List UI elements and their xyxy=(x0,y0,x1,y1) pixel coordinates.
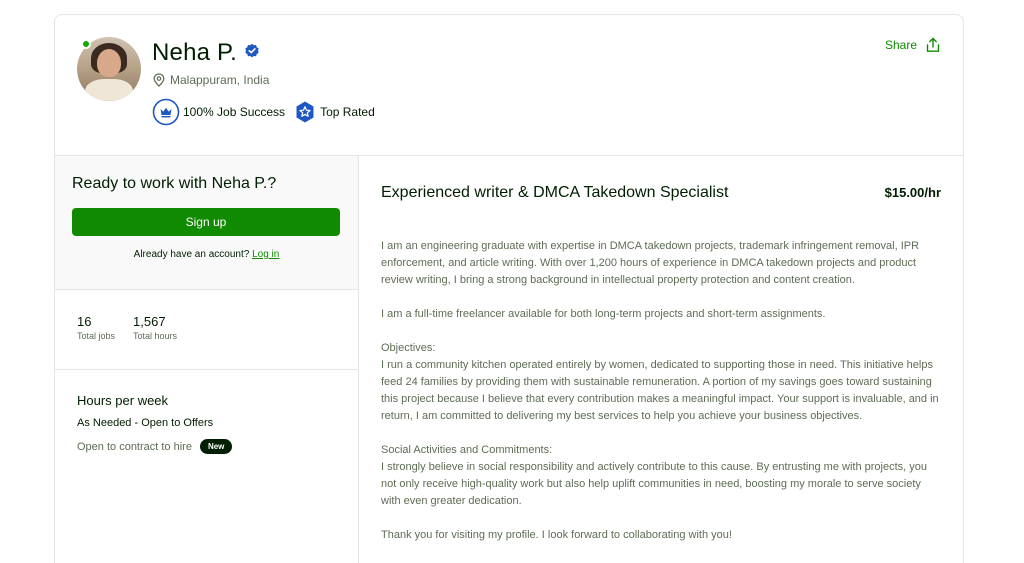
job-success-label: 100% Job Success xyxy=(183,105,286,119)
stat-total-hours: 1,567 Total hours xyxy=(133,314,177,369)
description-paragraph: I am an engineering graduate with expert… xyxy=(381,240,920,286)
location-text: Malappuram, India xyxy=(170,73,270,87)
stat-total-jobs: 16 Total jobs xyxy=(77,314,115,369)
signup-panel: Ready to work with Neha P.? Sign up Alre… xyxy=(55,156,358,290)
share-icon xyxy=(926,37,940,52)
avatar[interactable] xyxy=(77,37,141,101)
already-account-label: Already have an account? xyxy=(133,249,250,260)
hours-section: Hours per week As Needed - Open to Offer… xyxy=(55,370,358,454)
profile-header: Neha P. Malappuram, India 100% Job Succe… xyxy=(55,15,963,156)
signup-button[interactable]: Sign up xyxy=(72,208,340,236)
stat-label: Total jobs xyxy=(77,331,116,341)
hours-value: As Needed - Open to Offers xyxy=(77,417,214,429)
ready-heading: Ready to work with Neha P.? xyxy=(72,175,277,192)
location: Malappuram, India xyxy=(153,73,269,87)
share-label: Share xyxy=(884,38,917,52)
location-pin-icon xyxy=(153,73,165,87)
title-row: Experienced writer & DMCA Takedown Speci… xyxy=(381,184,941,202)
description-paragraph: I strongly believe in social responsibil… xyxy=(381,461,927,507)
verified-icon xyxy=(245,43,259,58)
share-button[interactable]: Share xyxy=(885,37,941,53)
contract-to-hire: Open to contract to hire New xyxy=(77,439,336,454)
online-status-icon xyxy=(81,39,91,49)
sidebar: Ready to work with Neha P.? Sign up Alre… xyxy=(55,156,359,563)
already-account-text: Already have an account? Log in xyxy=(72,249,341,260)
hours-heading: Hours per week xyxy=(77,393,169,408)
top-rated-badge[interactable]: Top Rated xyxy=(293,100,375,124)
stat-value: 1,567 xyxy=(133,314,166,329)
objectives-heading: Objectives: xyxy=(381,342,436,354)
stats: 16 Total jobs 1,567 Total hours xyxy=(55,290,358,370)
stat-value: 16 xyxy=(77,314,92,329)
profile-title: Experienced writer & DMCA Takedown Speci… xyxy=(381,184,729,201)
hourly-rate: $15.00/hr xyxy=(884,185,941,200)
top-rated-label: Top Rated xyxy=(320,105,375,119)
profile-name: Neha P. xyxy=(152,39,238,66)
new-badge: New xyxy=(199,439,233,454)
crown-icon xyxy=(152,98,180,126)
profile-description: I am an engineering graduate with expert… xyxy=(381,238,941,544)
stat-label: Total hours xyxy=(133,331,178,341)
job-success-badge[interactable]: 100% Job Success xyxy=(152,98,285,126)
social-heading: Social Activities and Commitments: xyxy=(381,444,553,456)
description-paragraph: I run a community kitchen operated entir… xyxy=(381,359,939,422)
profile-card: Neha P. Malappuram, India 100% Job Succe… xyxy=(54,14,964,563)
description-paragraph: Thank you for visiting my profile. I loo… xyxy=(381,529,732,541)
profile-badges: 100% Job Success Top Rated xyxy=(152,98,375,126)
contract-to-hire-label: Open to contract to hire xyxy=(77,440,192,453)
description-paragraph: I am a full-time freelancer available fo… xyxy=(381,308,826,320)
login-link[interactable]: Log in xyxy=(252,249,279,260)
top-rated-icon xyxy=(296,101,314,123)
main-content: Experienced writer & DMCA Takedown Speci… xyxy=(360,156,963,563)
